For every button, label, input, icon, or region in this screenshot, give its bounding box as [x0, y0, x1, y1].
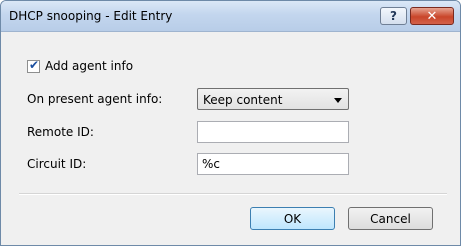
on-present-agent-info-select[interactable]: Keep content — [197, 88, 349, 110]
circuit-id-input[interactable] — [197, 153, 349, 175]
cancel-button[interactable]: Cancel — [348, 207, 433, 230]
close-icon: ✕ — [426, 8, 438, 24]
circuit-id-label: Circuit ID: — [27, 157, 87, 171]
dialog-body: ✔ Add agent info On present agent info: … — [1, 32, 460, 245]
window-title: DHCP snooping - Edit Entry — [9, 9, 173, 23]
ok-button[interactable]: OK — [250, 207, 335, 230]
select-value: Keep content — [203, 93, 283, 107]
help-button[interactable]: ? — [380, 7, 407, 25]
checkmark-icon: ✔ — [29, 58, 40, 72]
add-agent-info-checkbox[interactable]: ✔ — [27, 58, 40, 73]
remote-id-label: Remote ID: — [27, 125, 94, 139]
separator-line — [19, 193, 447, 195]
title-bar[interactable]: DHCP snooping - Edit Entry ? ✕ — [1, 1, 460, 32]
chevron-down-icon — [334, 98, 342, 103]
close-button[interactable]: ✕ — [410, 7, 454, 25]
add-agent-info-label[interactable]: Add agent info — [45, 59, 133, 73]
question-mark-icon: ? — [390, 9, 397, 23]
on-present-agent-info-label: On present agent info: — [27, 92, 163, 106]
remote-id-input[interactable] — [197, 121, 349, 143]
dialog-window: DHCP snooping - Edit Entry ? ✕ ✔ Add age… — [0, 0, 461, 246]
